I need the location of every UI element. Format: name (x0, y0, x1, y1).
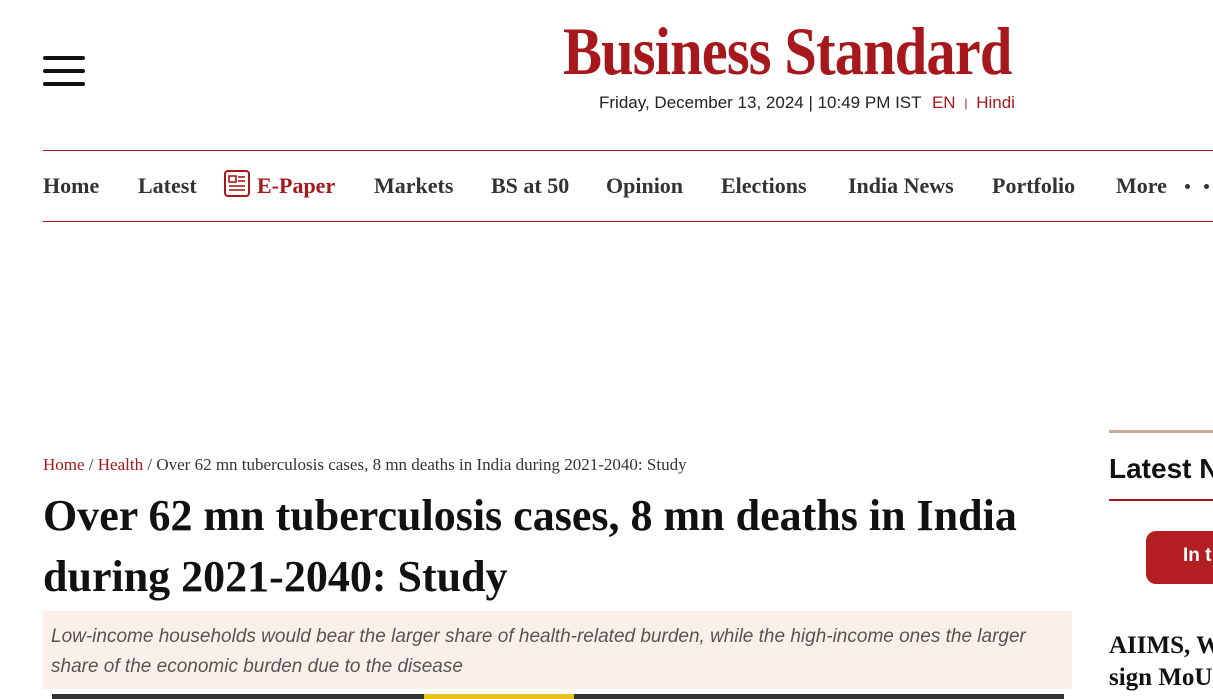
nav-item-india-news[interactable]: India News (848, 173, 954, 199)
site-logo[interactable]: Business Standard (563, 12, 1012, 90)
nav-more-label: More (1116, 173, 1167, 198)
hero-image (52, 694, 1064, 699)
sidebar-title: Latest N (1109, 453, 1213, 484)
lang-separator: | (964, 96, 968, 110)
breadcrumb-section-link[interactable]: Health (98, 455, 143, 474)
nav-item-opinion[interactable]: Opinion (606, 173, 683, 199)
sidebar-story-link[interactable]: AIIMS, W sign MoU (1109, 630, 1213, 694)
nav-item-home[interactable]: Home (43, 173, 99, 199)
breadcrumb-home-link[interactable]: Home (43, 455, 85, 474)
sidebar-story-line: sign MoU (1109, 664, 1213, 691)
dateline: Friday, December 13, 2024 | 10:49 PM IST… (599, 93, 1015, 113)
breadcrumb-separator: / (88, 455, 94, 474)
main-nav: Home Latest E-Paper Markets BS at 50 Opi… (43, 150, 1213, 222)
nav-item-more[interactable]: More (1116, 173, 1213, 199)
breadcrumb-current: Over 62 mn tuberculosis cases, 8 mn deat… (156, 455, 687, 474)
sidebar-title-underline (1109, 499, 1213, 501)
lang-hindi-link[interactable]: Hindi (976, 93, 1015, 112)
hamburger-bar (43, 56, 85, 60)
more-dots-icon (1178, 173, 1213, 199)
sidebar-story-line: AIIMS, W (1109, 632, 1213, 659)
nav-item-epaper[interactable]: E-Paper (257, 173, 335, 199)
nav-item-latest[interactable]: Latest (138, 173, 197, 199)
newspaper-icon (224, 170, 250, 197)
nav-item-elections[interactable]: Elections (721, 173, 807, 199)
article-title: Over 62 mn tuberculosis cases, 8 mn deat… (43, 491, 1017, 601)
breadcrumb-separator: / (147, 455, 153, 474)
nav-item-markets[interactable]: Markets (374, 173, 453, 199)
nav-item-bs-at-50[interactable]: BS at 50 (491, 173, 569, 199)
hamburger-bar (43, 69, 85, 73)
sidebar-divider (1109, 430, 1213, 433)
nav-item-portfolio[interactable]: Portfolio (992, 173, 1075, 199)
hamburger-bar (43, 82, 85, 86)
current-date-time: Friday, December 13, 2024 | 10:49 PM IST (599, 93, 922, 112)
lang-en-link[interactable]: EN (932, 93, 956, 112)
sidebar-tab[interactable]: In t (1146, 531, 1213, 584)
menu-hamburger-icon[interactable] (43, 56, 85, 86)
breadcrumb: Home / Health / Over 62 mn tuberculosis … (43, 455, 687, 475)
article-summary: Low-income households would bear the lar… (43, 611, 1072, 689)
